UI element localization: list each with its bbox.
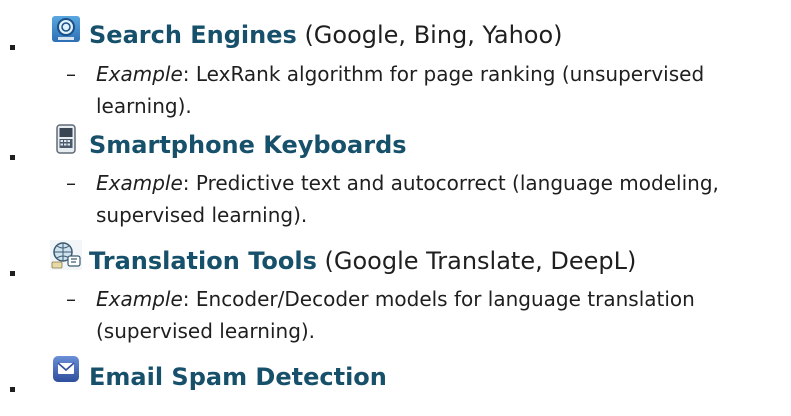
item-title-line: Smartphone Keyboards <box>89 130 407 160</box>
item-title: Email Spam Detection <box>89 363 387 391</box>
item-title-line: Search Engines (Google, Bing, Yahoo) <box>89 20 563 50</box>
email-spam-icon <box>50 355 82 385</box>
dash-marker: – <box>66 287 76 311</box>
example-block: – Example: Predictive text and autocorre… <box>66 167 786 231</box>
example-block: – Example: Encoder/Decoder models for la… <box>66 283 786 347</box>
bullet <box>10 387 15 392</box>
example-text-wrap: Example: LexRank algorithm for page rank… <box>96 58 786 122</box>
item-title-line: Translation Tools (Google Translate, Dee… <box>89 246 636 276</box>
item-title-suffix: (Google, Bing, Yahoo) <box>304 21 563 49</box>
translation-tool-icon <box>50 240 82 270</box>
example-text-wrap: Example: Predictive text and autocorrect… <box>96 167 786 231</box>
item-title: Search Engines <box>89 21 297 49</box>
dash-marker: – <box>66 62 76 86</box>
search-engine-icon <box>50 14 82 44</box>
item-title-suffix: (Google Translate, DeepL) <box>324 247 637 275</box>
slide: Search Engines (Google, Bing, Yahoo) – E… <box>0 0 791 416</box>
example-label: Example <box>96 62 183 86</box>
example-label: Example <box>96 171 183 195</box>
smartphone-keyboard-icon <box>50 124 82 154</box>
item-title: Smartphone Keyboards <box>89 131 407 159</box>
example-text-wrap: Example: Encoder/Decoder models for lang… <box>96 283 786 347</box>
item-title: Translation Tools <box>89 247 317 275</box>
bullet <box>10 271 15 276</box>
item-title-line: Email Spam Detection <box>89 362 387 392</box>
example-block: – Example: LexRank algorithm for page ra… <box>66 58 786 122</box>
example-label: Example <box>96 287 183 311</box>
dash-marker: – <box>66 171 76 195</box>
bullet <box>10 155 15 160</box>
bullet <box>10 45 15 50</box>
example-text: : LexRank algorithm for page ranking (un… <box>96 62 705 118</box>
example-text: : Predictive text and autocorrect (langu… <box>96 171 719 227</box>
example-text: : Encoder/Decoder models for language tr… <box>96 287 695 343</box>
